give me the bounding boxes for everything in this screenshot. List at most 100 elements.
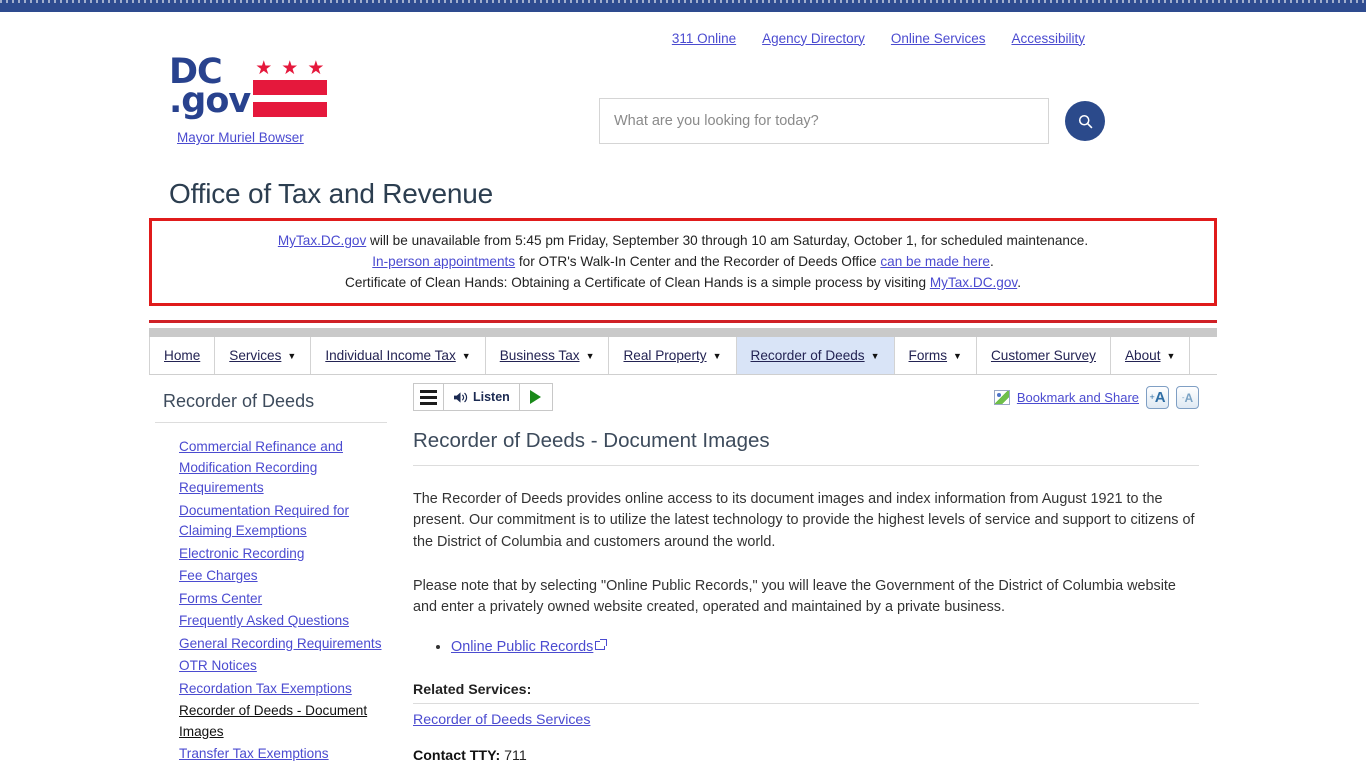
dc-flag-icon: ★ ★ ★: [253, 56, 328, 124]
top-decorative-stripe: [0, 0, 1366, 12]
play-button[interactable]: [520, 384, 552, 410]
list-item: Fee Charges: [179, 566, 391, 587]
alert-mytax-link-2[interactable]: MyTax.DC.gov: [930, 275, 1017, 290]
content-area: Recorder of Deeds Commercial Refinance a…: [149, 375, 1217, 767]
flag-bar-1: [253, 80, 328, 95]
sidebar-item-forms-center[interactable]: Forms Center: [179, 591, 262, 606]
list-item: OTR Notices: [179, 656, 391, 677]
chevron-down-icon: ▼: [870, 350, 880, 361]
content-toolbar: Listen Bookmark and Share + A -A: [413, 383, 1199, 417]
list-item: Online Public Records: [451, 636, 1199, 658]
chevron-down-icon: ▼: [585, 350, 595, 361]
nav-item-services[interactable]: Services ▼: [214, 337, 310, 374]
listen-button[interactable]: Listen: [444, 384, 520, 410]
nav-item-individual-income-tax[interactable]: Individual Income Tax ▼: [310, 337, 484, 374]
list-item: Transfer Tax Exemptions: [179, 744, 391, 765]
contact-tty-value: 711: [504, 748, 527, 765]
nav-item-recorder-of-deeds[interactable]: Recorder of Deeds ▼: [735, 337, 894, 374]
sidebar-item-general-recording[interactable]: General Recording Requirements: [179, 636, 382, 651]
related-services-heading: Related Services:: [413, 682, 1199, 705]
alert-mytax-link-1[interactable]: MyTax.DC.gov: [278, 233, 366, 248]
sidebar-item-documentation-required[interactable]: Documentation Required for Claiming Exem…: [179, 503, 349, 539]
list-item: Recordation Tax Exemptions: [179, 679, 391, 700]
content-heading: Recorder of Deeds - Document Images: [413, 429, 1199, 466]
flag-star-2: ★: [281, 58, 299, 79]
main-navigation: Home Services ▼ Individual Income Tax ▼ …: [149, 337, 1217, 375]
bookmark-and-share-link[interactable]: Bookmark and Share: [1017, 390, 1139, 405]
dc-gov-wordmark: DC .gov: [169, 55, 251, 121]
content-paragraph-1: The Recorder of Deeds provides online ac…: [413, 491, 1195, 550]
sidebar-item-otr-notices[interactable]: OTR Notices: [179, 658, 257, 673]
dc-gov-logo[interactable]: DC .gov ★ ★ ★ Mayor Muriel Bowser: [169, 46, 599, 147]
chevron-down-icon: ▼: [1166, 350, 1176, 361]
online-public-records-link[interactable]: Online Public Records: [451, 639, 593, 655]
alert-line-3-pre: Certificate of Clean Hands: Obtaining a …: [345, 275, 930, 290]
nav-item-customer-survey[interactable]: Customer Survey: [975, 337, 1110, 374]
nav-label: Forms: [908, 348, 948, 363]
nav-label: Individual Income Tax: [325, 348, 456, 363]
list-item: Documentation Required for Claiming Exem…: [179, 501, 391, 542]
alert-line-2-end: .: [989, 254, 994, 269]
maintenance-alert-box: MyTax.DC.gov will be unavailable from 5:…: [149, 218, 1217, 306]
list-item: Electronic Recording: [179, 544, 391, 565]
search-button[interactable]: [1065, 101, 1105, 141]
nav-label: About: [1124, 348, 1161, 363]
alert-line-1-text: will be unavailable from 5:45 pm Friday,…: [366, 233, 1089, 248]
contact-tty-label: Contact TTY:: [413, 748, 501, 765]
sidebar-title: Recorder of Deeds: [155, 383, 387, 423]
main-content: Listen Bookmark and Share + A -A Recorde…: [391, 383, 1217, 767]
sidebar-menu: Commercial Refinance and Modification Re…: [155, 437, 391, 765]
list-item: Forms Center: [179, 589, 391, 610]
sidebar-item-document-images[interactable]: Recorder of Deeds - Document Images: [179, 703, 367, 739]
alert-line-3-end: .: [1017, 275, 1021, 290]
red-divider: [149, 320, 1217, 323]
nav-item-business-tax[interactable]: Business Tax ▼: [484, 337, 609, 374]
list-item: General Recording Requirements: [179, 634, 391, 655]
nav-label: Recorder of Deeds: [750, 348, 865, 363]
sidebar-item-electronic-recording[interactable]: Electronic Recording: [179, 546, 304, 561]
sidebar-item-transfer-tax-exemptions[interactable]: Transfer Tax Exemptions: [179, 746, 329, 761]
external-link-icon: [595, 639, 608, 651]
alert-made-here-link[interactable]: can be made here: [880, 254, 990, 269]
font-decrease-glyph: A: [1184, 390, 1194, 405]
site-search: [599, 46, 1105, 144]
nav-label: Home: [164, 348, 201, 363]
nav-item-forms[interactable]: Forms ▼: [893, 337, 976, 374]
sidebar: Recorder of Deeds Commercial Refinance a…: [149, 383, 391, 767]
mayor-link[interactable]: Mayor Muriel Bowser: [177, 130, 304, 145]
font-increase-glyph: A: [1154, 389, 1166, 406]
recorder-of-deeds-services-link[interactable]: Recorder of Deeds Services: [413, 712, 1199, 728]
alert-line-2: In-person appointments for OTR's Walk-In…: [162, 251, 1204, 272]
gray-divider: [149, 328, 1217, 337]
sidebar-item-recordation-tax-exemptions[interactable]: Recordation Tax Exemptions: [179, 681, 352, 696]
nav-item-home[interactable]: Home: [149, 337, 214, 374]
page-title: Office of Tax and Revenue: [169, 178, 493, 209]
alert-line-3: Certificate of Clean Hands: Obtaining a …: [162, 272, 1204, 293]
sidebar-item-commercial-refinance[interactable]: Commercial Refinance and Modification Re…: [179, 439, 343, 495]
utility-link-agency-directory[interactable]: Agency Directory: [762, 31, 865, 46]
list-item: Commercial Refinance and Modification Re…: [179, 437, 391, 499]
share-and-font-tools: Bookmark and Share + A -A: [993, 383, 1199, 409]
utility-link-accessibility[interactable]: Accessibility: [1011, 31, 1085, 46]
font-decrease-button[interactable]: -A: [1176, 386, 1199, 409]
sidebar-item-faq[interactable]: Frequently Asked Questions: [179, 613, 349, 628]
flag-star-1: ★: [255, 58, 273, 79]
font-increase-button[interactable]: + A: [1146, 386, 1169, 409]
nav-label: Customer Survey: [990, 348, 1096, 363]
nav-item-about[interactable]: About ▼: [1109, 337, 1191, 374]
logo-line-2: .gov: [169, 80, 251, 121]
nav-item-real-property[interactable]: Real Property ▼: [608, 337, 735, 374]
flag-star-3: ★: [307, 58, 325, 79]
search-icon: [1078, 114, 1092, 128]
alert-line-1: MyTax.DC.gov will be unavailable from 5:…: [162, 230, 1204, 251]
sidebar-item-fee-charges[interactable]: Fee Charges: [179, 568, 258, 583]
search-input[interactable]: [599, 98, 1049, 144]
broken-image-icon: [993, 390, 1010, 405]
utility-link-311-online[interactable]: 311 Online: [672, 31, 736, 46]
utility-link-online-services[interactable]: Online Services: [891, 31, 986, 46]
alert-appointments-link[interactable]: In-person appointments: [372, 254, 515, 269]
hamburger-menu-icon[interactable]: [414, 384, 444, 410]
alert-line-2-mid: for OTR's Walk-In Center and the Recorde…: [515, 254, 881, 269]
play-triangle-icon: [530, 390, 542, 404]
chevron-down-icon: ▼: [461, 350, 471, 361]
